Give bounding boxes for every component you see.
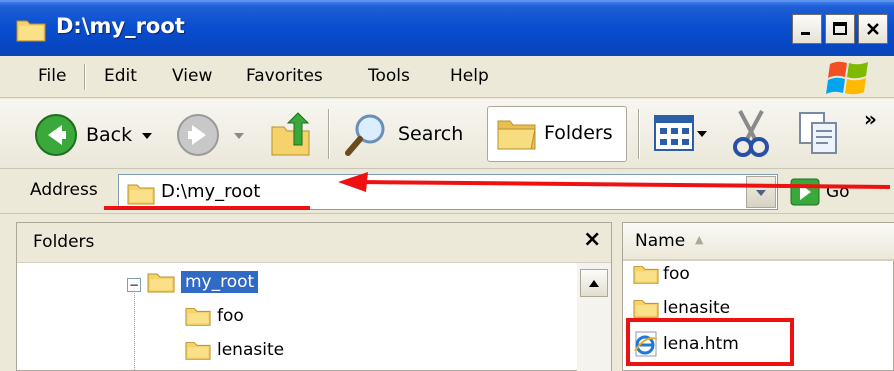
window-controls	[792, 14, 888, 44]
chevron-down-icon	[697, 131, 707, 137]
search-button[interactable]: Search	[344, 111, 463, 157]
tree-item-label: foo	[217, 306, 244, 326]
forward-arrow-icon	[177, 114, 219, 156]
folder-icon	[147, 273, 175, 293]
back-arrow-icon	[35, 114, 77, 156]
annotation-highlight-box	[626, 318, 794, 366]
search-label: Search	[398, 123, 464, 145]
toolbar-separator	[328, 109, 330, 159]
folder-icon	[633, 266, 659, 284]
folders-button[interactable]: Folders	[487, 106, 627, 162]
file-item-lenasite[interactable]: lenasite	[633, 297, 730, 319]
folders-label: Folders	[544, 122, 613, 144]
sort-ascending-icon: ▲	[695, 233, 704, 246]
minimize-button[interactable]	[792, 14, 822, 44]
menu-separator	[84, 64, 86, 90]
folder-icon	[127, 184, 155, 205]
folder-icon	[185, 342, 211, 360]
folders-pane-header: Folders ×	[17, 223, 611, 263]
tree-line	[134, 293, 135, 371]
folders-pane-close-button[interactable]: ×	[583, 227, 601, 252]
window-left-edge	[0, 214, 16, 371]
file-item-label: foo	[663, 264, 690, 284]
tree-item-foo[interactable]: foo	[185, 305, 244, 327]
up-folder-icon[interactable]	[268, 109, 314, 159]
windows-logo-icon	[826, 61, 868, 95]
toolbar-separator	[638, 109, 640, 159]
tree-item-my-root[interactable]: my_root	[147, 271, 259, 293]
back-button[interactable]: Back	[34, 113, 154, 157]
annotation-underline	[104, 206, 310, 210]
forward-button[interactable]	[176, 113, 246, 157]
folder-icon	[633, 300, 659, 318]
close-button[interactable]	[858, 14, 888, 44]
folders-scrollbar[interactable]	[577, 263, 611, 371]
menu-favorites[interactable]: Favorites	[246, 66, 323, 86]
tree-item-label: my_root	[181, 271, 259, 293]
menu-bar: File Edit View Favorites Tools Help	[0, 56, 894, 98]
folders-pane-title: Folders	[33, 232, 95, 252]
chevron-down-icon	[142, 133, 153, 139]
menu-help[interactable]: Help	[450, 66, 489, 86]
cut-scissors-icon[interactable]	[730, 109, 772, 159]
window-title: D:\my_root	[56, 14, 185, 38]
back-label: Back	[86, 124, 133, 146]
views-button[interactable]	[654, 115, 708, 151]
chevron-down-icon	[234, 133, 244, 139]
tree-item-label: lenasite	[217, 340, 285, 360]
menu-file[interactable]: File	[38, 66, 66, 86]
file-item-label: lenasite	[663, 298, 731, 318]
search-icon	[345, 114, 385, 156]
folders-icon	[497, 120, 536, 150]
views-grid-icon	[654, 115, 694, 151]
close-icon	[867, 23, 879, 35]
address-value: D:\my_root	[161, 181, 261, 202]
copy-icon[interactable]	[798, 111, 840, 157]
folder-icon	[185, 308, 211, 326]
address-label: Address	[30, 180, 98, 200]
scroll-up-button[interactable]	[580, 269, 608, 297]
toolbar-overflow-button[interactable]: »	[864, 107, 877, 131]
folder-icon	[16, 20, 46, 42]
menu-edit[interactable]: Edit	[104, 66, 137, 86]
tree-collapse-toggle[interactable]: −	[127, 278, 141, 292]
title-bar[interactable]: D:\my_root	[0, 0, 894, 56]
toolbar: Back Search Folders »	[0, 99, 894, 169]
column-name-label: Name	[635, 231, 686, 251]
menu-tools[interactable]: Tools	[368, 66, 410, 86]
column-header-name[interactable]: Name ▲	[623, 223, 894, 261]
annotation-arrow	[338, 172, 891, 192]
folders-pane: Folders × − my_root foo lenasite	[16, 222, 612, 371]
maximize-icon	[833, 22, 847, 35]
minimize-icon	[801, 32, 810, 35]
menu-view[interactable]: View	[172, 66, 212, 86]
chevron-up-icon	[589, 280, 599, 287]
tree-item-lenasite[interactable]: lenasite	[185, 339, 284, 361]
file-item-foo[interactable]: foo	[633, 263, 690, 285]
maximize-button[interactable]	[825, 14, 855, 44]
